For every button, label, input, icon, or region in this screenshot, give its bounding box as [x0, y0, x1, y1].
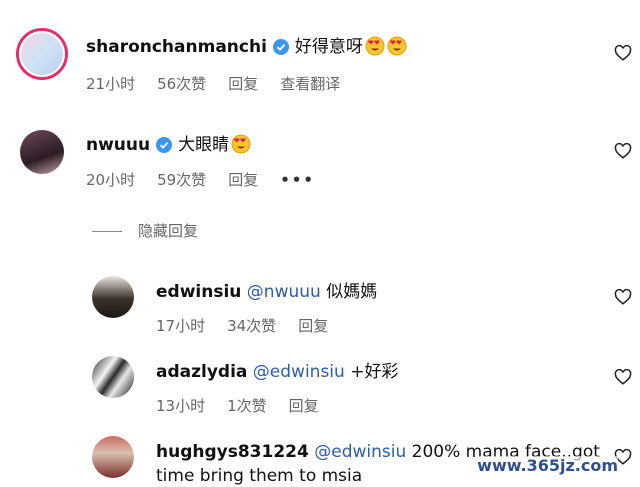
watermark: www.365jz.com — [477, 456, 618, 475]
username[interactable]: sharonchanmanchi — [86, 37, 267, 57]
like-heart-icon[interactable] — [614, 142, 632, 164]
hide-replies-button[interactable]: 隐藏回复 — [92, 220, 198, 241]
like-count[interactable]: 34次赞 — [227, 317, 276, 335]
avatar-hughgys831224[interactable] — [92, 436, 134, 478]
reply-2-line: adazlydia @edwinsiu +好彩 — [156, 361, 398, 383]
timestamp: 20小时 — [86, 171, 136, 189]
translate-button[interactable]: 查看翻译 — [280, 75, 340, 93]
more-options-icon[interactable]: ••• — [280, 171, 315, 189]
comment-text: 似媽媽 — [326, 282, 378, 302]
avatar-nwuuu[interactable] — [20, 130, 64, 174]
reply-1-line: edwinsiu @nwuuu 似媽媽 — [156, 281, 377, 303]
comment-text: 好得意呀 — [294, 37, 363, 57]
verified-badge-icon — [272, 39, 289, 61]
like-count[interactable]: 59次赞 — [157, 171, 206, 189]
reply-button[interactable]: 回复 — [228, 75, 258, 93]
reply-button[interactable]: 回复 — [289, 397, 319, 415]
comment-1-line: sharonchanmanchi 好得意呀 — [86, 36, 407, 62]
reply-3-line-2: time bring them to msia — [156, 465, 362, 487]
comment-text-continued: time bring them to msia — [156, 466, 363, 486]
mention-link[interactable]: @edwinsiu — [253, 362, 345, 382]
comment-2-line: nwuuu 大眼睛 — [86, 134, 251, 160]
like-heart-icon[interactable] — [614, 288, 632, 310]
comment-text: +好彩 — [350, 362, 399, 382]
avatar-edwinsiu[interactable] — [92, 276, 134, 318]
like-heart-icon[interactable] — [614, 368, 632, 390]
reply-button[interactable]: 回复 — [228, 171, 258, 189]
hide-replies-label: 隐藏回复 — [138, 222, 199, 240]
timestamp: 13小时 — [156, 397, 206, 415]
username[interactable]: adazlydia — [156, 362, 247, 382]
like-count[interactable]: 1次赞 — [227, 397, 267, 415]
username[interactable]: hughgys831224 — [156, 442, 309, 462]
like-count[interactable]: 56次赞 — [157, 75, 206, 93]
comment-1-meta: 21小时 56次赞 回复 查看翻译 — [86, 74, 362, 94]
timestamp: 17小时 — [156, 317, 206, 335]
username[interactable]: edwinsiu — [156, 282, 241, 302]
verified-badge-icon — [156, 137, 173, 159]
reply-1-meta: 17小时 34次赞 回复 — [156, 316, 350, 336]
username[interactable]: nwuuu — [86, 135, 150, 155]
timestamp: 21小时 — [86, 75, 136, 93]
avatar-adazlydia[interactable] — [92, 356, 134, 398]
heart-eyes-emoji-icon — [231, 134, 251, 160]
mention-link[interactable]: @edwinsiu — [314, 442, 406, 462]
divider — [92, 231, 122, 232]
comment-text: 大眼睛 — [178, 135, 230, 155]
reply-2-meta: 13小时 1次赞 回复 — [156, 396, 341, 416]
heart-eyes-emoji-icon — [387, 36, 407, 62]
mention-link[interactable]: @nwuuu — [247, 282, 321, 302]
avatar-sharonchanmanchi[interactable] — [16, 28, 68, 80]
like-heart-icon[interactable] — [614, 44, 632, 66]
comment-2-meta: 20小时 59次赞 回复 ••• — [86, 170, 337, 190]
heart-eyes-emoji-icon — [365, 36, 385, 62]
reply-button[interactable]: 回复 — [298, 317, 328, 335]
